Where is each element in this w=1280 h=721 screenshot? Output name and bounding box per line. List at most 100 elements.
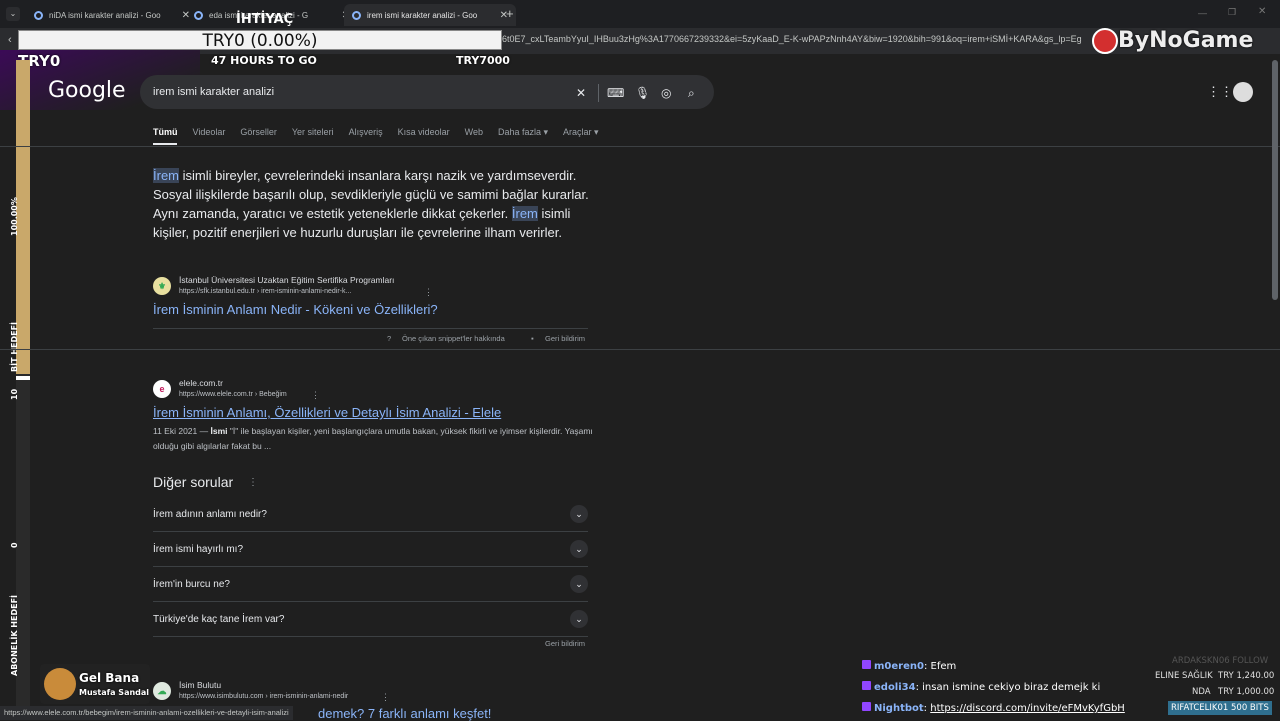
donation-event-name: ELINE SAĞLIK [1155, 671, 1213, 681]
chevron-down-icon[interactable]: ⌄ [570, 505, 588, 523]
microphone-icon[interactable]: 🎙 [635, 86, 650, 100]
result-title[interactable]: demek? 7 farklı anlamı keşfet! [318, 706, 491, 721]
tab-irem[interactable]: irem ismi karakter analizi - Goo ✕ [344, 4, 516, 26]
donation-event-amount: TRY 1,240.00 [1218, 671, 1275, 681]
header-divider [0, 146, 1280, 147]
tab-shopping[interactable]: Alışveriş [349, 127, 383, 138]
chevron-down-icon[interactable]: ⌄ [570, 610, 588, 628]
question-item[interactable]: Türkiye'de kaç tane İrem var? ⌄ [153, 602, 588, 637]
google-logo[interactable]: Google [48, 78, 126, 103]
feedback-link[interactable]: Geri bildirim [545, 334, 585, 343]
chat-user: Nightbot [874, 703, 924, 714]
highlight: İrem [511, 206, 538, 221]
keyboard-icon[interactable]: ⌨ [607, 86, 624, 100]
song-title: Gel Bana [79, 671, 140, 685]
question-item[interactable]: İrem adının anlamı nedir? ⌄ [153, 497, 588, 532]
clear-icon[interactable]: ✕ [576, 86, 586, 100]
tab-title: niDA ismi karakter analizi - Goo [49, 10, 161, 20]
result-title[interactable]: İrem İsminin Anlamı, Özellikleri ve Deta… [153, 405, 501, 420]
featured-site-url[interactable]: https://sfk.istanbul.edu.tr › irem-ismin… [179, 288, 351, 295]
maximize-icon[interactable]: ❐ [1228, 7, 1236, 18]
hours-remaining: 47 HOURS TO GO [211, 54, 317, 67]
avatar[interactable] [1233, 82, 1253, 102]
twitch-icon [862, 660, 871, 669]
result-site-name[interactable]: İsim Bulutu [179, 680, 221, 690]
question-item[interactable]: İrem ismi hayırlı mı? ⌄ [153, 532, 588, 567]
more-options-icon[interactable]: ⋮ [381, 692, 390, 703]
section-divider [0, 349, 1280, 350]
chevron-down-icon[interactable]: ⌄ [570, 575, 588, 593]
more-options-icon[interactable]: ⋮ [248, 477, 258, 488]
back-icon[interactable]: ‹ [8, 34, 12, 46]
donation-goal: TRY7000 [456, 54, 510, 67]
chevron-down-icon[interactable]: ⌄ [570, 540, 588, 558]
search-input[interactable]: irem ismi karakter analizi [153, 86, 274, 98]
google-favicon-icon [34, 10, 43, 20]
chat-user: edoli34 [874, 682, 916, 693]
tab-title: irem ismi karakter analizi - Goo [367, 10, 478, 20]
url-text[interactable]: 6t0E7_cxLTeambYyuI_IHBuu3zHg%3A177066723… [502, 34, 1082, 44]
question-item[interactable]: İrem'in burcu ne? ⌄ [153, 567, 588, 602]
search-icon[interactable]: ⌕ [688, 86, 695, 101]
follow-event: ARDAKSKN06 FOLLOW [1172, 656, 1269, 666]
tab-tools[interactable]: Araçlar ▾ [563, 127, 599, 138]
tab-images[interactable]: Görseller [240, 127, 277, 138]
featured-result-title[interactable]: İrem İsminin Anlamı Nedir - Kökeni ve Öz… [153, 302, 438, 317]
help-icon: ? [387, 334, 392, 343]
google-favicon-icon [352, 10, 361, 20]
more-options-icon[interactable]: ⋮ [424, 287, 433, 298]
donation-label: İHTİYAÇ [236, 12, 294, 27]
tab-places[interactable]: Yer siteleri [292, 127, 334, 138]
song-artist: Mustafa Sandal [79, 688, 150, 697]
scrollbar-thumb[interactable] [1272, 60, 1278, 300]
minimize-icon[interactable]: — [1198, 8, 1207, 18]
chat-user: m0eren0 [874, 661, 924, 672]
result-site-url[interactable]: https://www.isimbulutu.com › irem-ismini… [179, 693, 348, 700]
tab-more[interactable]: Daha fazla ▾ [498, 127, 548, 138]
tab-web[interactable]: Web [465, 127, 483, 138]
sub-goal-max: 10 [10, 388, 19, 400]
result-date: 11 Eki 2021 — [153, 426, 209, 436]
donation-event-amount: TRY 1,000.00 [1218, 687, 1275, 697]
twitch-icon [862, 681, 871, 690]
tab-short-videos[interactable]: Kısa videolar [398, 127, 450, 138]
apps-icon[interactable]: ⋮⋮ [1207, 84, 1233, 100]
feedback-icon: ▪ [531, 334, 534, 343]
tab-search-icon[interactable]: ⌄ [6, 7, 20, 21]
elele-favicon-icon: e [153, 380, 171, 398]
bar-divider [16, 376, 30, 380]
tab-videos[interactable]: Videolar [193, 127, 226, 138]
brand-logo-text: ByNoGame [1118, 28, 1254, 53]
question-text: İrem adının anlamı nedir? [153, 508, 267, 520]
sub-goal-current: 0 [10, 542, 19, 548]
bits-event: RIFATCELIK01 500 BITS [1168, 701, 1272, 715]
bit-goal-label: BİT HEDEFİ [10, 321, 19, 372]
chat-message: m0eren0: Efem [862, 660, 956, 672]
result-site-url[interactable]: https://www.elele.com.tr › Bebeğim [179, 391, 287, 398]
bynogame-logo-icon [1092, 28, 1118, 54]
lens-icon[interactable]: ◎ [661, 86, 671, 100]
feedback-link[interactable]: Geri bildirim [545, 639, 585, 648]
chat-message: Nightbot: https://discord.com/invite/eFM… [862, 702, 1125, 714]
featured-site-name[interactable]: İstanbul Üniversitesi Uzaktan Eğitim Ser… [179, 275, 394, 285]
search-nav-tabs: Tümü Videolar Görseller Yer siteleri Alı… [153, 127, 614, 138]
question-text: İrem ismi hayırlı mı? [153, 543, 244, 555]
divider [153, 328, 588, 329]
chat-text: Efem [930, 661, 957, 672]
tab-nida[interactable]: niDA ismi karakter analizi - Goo ✕ [26, 4, 198, 26]
tab-all[interactable]: Tümü [153, 127, 178, 138]
bit-goal-percent: 100.00% [10, 197, 19, 236]
search-divider [598, 84, 599, 102]
donation-event-name: NDA [1192, 687, 1211, 697]
new-tab-button[interactable]: + [506, 6, 514, 21]
snippet-about-link[interactable]: Öne çıkan snippet'ler hakkında [402, 334, 505, 343]
status-bar-url: https://www.elele.com.tr/bebegim/irem-is… [0, 706, 293, 720]
album-art [44, 668, 76, 700]
chat-link[interactable]: https://discord.com/invite/eFMvKyfGbH [930, 703, 1125, 714]
donation-progress-bar: TRY0 (0.00%) [18, 30, 502, 51]
more-options-icon[interactable]: ⋮ [311, 390, 320, 401]
close-window-icon[interactable]: ✕ [1258, 6, 1266, 17]
highlight: İrem [153, 168, 179, 183]
result-site-name[interactable]: elele.com.tr [179, 378, 223, 388]
chat-text: insan ismine cekiyo biraz demejk ki [922, 682, 1101, 693]
